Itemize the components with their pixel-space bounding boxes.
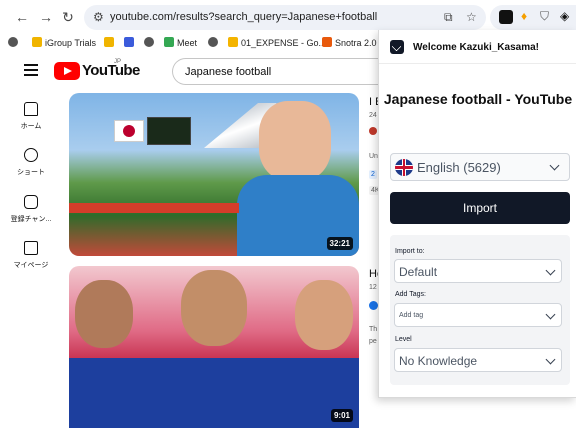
search-input[interactable]: Japanese football	[172, 58, 402, 85]
japan-flag-icon	[114, 120, 144, 142]
import-to-label: Import to:	[395, 248, 425, 255]
level-label: Level	[395, 336, 412, 343]
scoreboard	[147, 117, 191, 145]
guide-label: ショート	[17, 169, 45, 176]
extension-shield-icon[interactable]: ⛉	[540, 9, 549, 24]
home-icon	[24, 102, 38, 116]
guide-label: ホーム	[20, 123, 42, 130]
video-description: Un	[369, 153, 378, 160]
video-meta: 24	[369, 112, 377, 119]
youtube-logo-text[interactable]: YouTube	[82, 62, 140, 79]
player-face	[295, 280, 353, 350]
welcome-text: Welcome Kazuki_Kasama!	[413, 42, 539, 53]
menu-icon[interactable]	[24, 64, 38, 76]
chevron-down-icon	[549, 160, 560, 171]
uk-flag-icon	[395, 159, 413, 176]
guide-item-shorts[interactable]: ショート	[0, 148, 62, 177]
bookmark-item[interactable]: iGroup Trials	[32, 37, 96, 48]
bookmark-item[interactable]	[124, 37, 137, 48]
import-to-select[interactable]: Default	[394, 259, 562, 283]
youtube-logo-icon[interactable]	[54, 62, 80, 80]
tags-placeholder: Add tag	[399, 312, 424, 319]
team-jerseys	[69, 358, 359, 428]
video-thumbnail[interactable]: 32:21	[69, 93, 359, 256]
extensions-area: ♦ ⛉ ◈	[490, 5, 576, 30]
player-face	[75, 280, 133, 348]
tags-input[interactable]: Add tag	[394, 303, 562, 327]
video-duration: 9:01	[330, 409, 353, 422]
language-value: English (5629)	[417, 160, 501, 175]
subscriptions-icon	[24, 195, 38, 209]
guide-label: 登録チャン...	[10, 216, 52, 223]
language-select[interactable]: English (5629)	[390, 153, 570, 181]
chevron-down-icon	[545, 354, 556, 365]
bookmark-item[interactable]	[8, 37, 21, 48]
import-settings: Import to: Default Add Tags: Add tag Lev…	[390, 235, 570, 385]
library-icon	[24, 241, 38, 255]
tags-label: Add Tags:	[395, 291, 427, 298]
import-to-value: Default	[399, 265, 438, 279]
chevron-down-icon	[545, 265, 556, 276]
player-face	[181, 270, 247, 346]
extension-logo-icon	[390, 40, 404, 54]
guide-item-home[interactable]: ホーム	[0, 102, 62, 131]
badge: 2	[369, 170, 377, 179]
extension-icon[interactable]	[499, 10, 513, 24]
bookmark-item[interactable]	[208, 37, 221, 48]
video-description: Th	[369, 326, 378, 333]
extension-icon[interactable]: ♦	[521, 9, 527, 23]
import-button[interactable]: Import	[390, 192, 570, 224]
back-icon[interactable]: ←	[14, 9, 30, 25]
shorts-icon	[24, 148, 38, 162]
bookmark-item[interactable]	[104, 37, 117, 48]
search-value[interactable]: Japanese football	[185, 66, 271, 78]
cast-icon[interactable]: ⧉	[444, 10, 453, 25]
extension-popup: Welcome Kazuki_Kasama! Japanese football…	[378, 30, 576, 398]
video-description: pe	[369, 338, 377, 345]
url-text[interactable]: youtube.com/results?search_query=Japanes…	[110, 11, 377, 23]
browser-toolbar: ← → ↻ ⚙ youtube.com/results?search_query…	[0, 0, 576, 34]
bookmark-item[interactable]: Snotra 2.0	[322, 37, 377, 48]
level-select[interactable]: No Knowledge	[394, 348, 562, 372]
video-thumbnail[interactable]: 9:01	[69, 266, 359, 428]
chevron-down-icon	[545, 309, 556, 320]
channel-avatar[interactable]	[369, 127, 377, 135]
address-bar[interactable]: ⚙ youtube.com/results?search_query=Japan…	[84, 5, 486, 30]
channel-avatar[interactable]	[369, 301, 378, 310]
video-meta: 12	[369, 284, 377, 291]
region-label: JP	[114, 59, 122, 65]
bookmark-star-icon[interactable]: ☆	[466, 10, 477, 24]
level-value: No Knowledge	[399, 354, 478, 368]
popup-header: Welcome Kazuki_Kasama!	[379, 30, 576, 64]
page-title: Japanese football - YouTube	[383, 91, 573, 107]
forward-icon[interactable]: →	[38, 9, 54, 25]
bookmark-item[interactable]: 01_EXPENSE - Go...	[228, 37, 326, 48]
site-info-icon[interactable]: ⚙	[93, 10, 104, 24]
guide-label: マイページ	[13, 262, 49, 269]
presenter-face	[259, 101, 331, 181]
reload-icon[interactable]: ↻	[60, 9, 76, 25]
stadium-banner	[69, 203, 239, 213]
extension-active-icon[interactable]: ◈	[560, 9, 569, 23]
bookmark-item[interactable]: Meet	[164, 37, 197, 48]
video-duration: 32:21	[326, 237, 353, 250]
bookmark-item[interactable]	[144, 37, 157, 48]
guide-item-subscriptions[interactable]: 登録チャン...	[0, 195, 62, 224]
guide-item-library[interactable]: マイページ	[0, 241, 62, 270]
